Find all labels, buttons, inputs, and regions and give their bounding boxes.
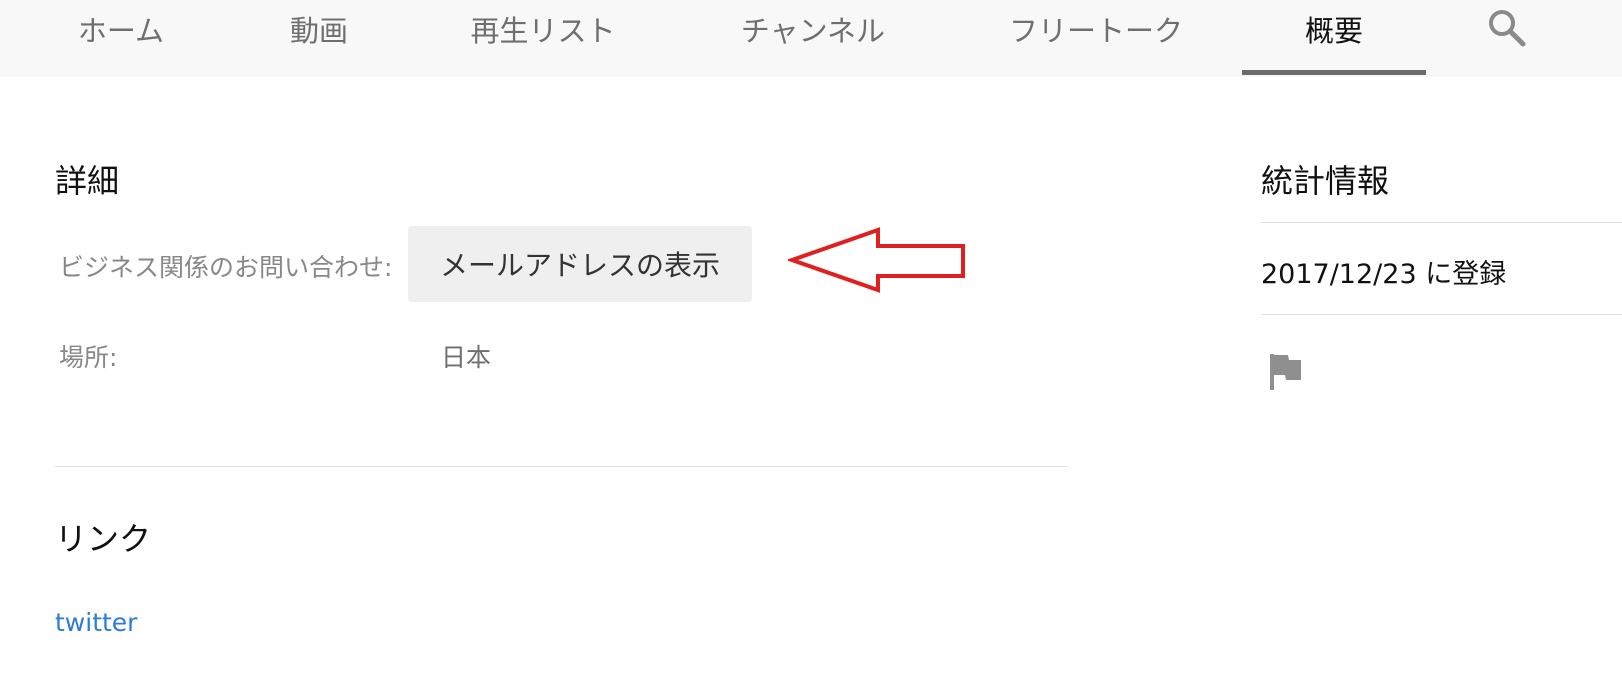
show-email-button[interactable]: メールアドレスの表示 <box>408 226 752 302</box>
search-button[interactable] <box>1487 8 1527 48</box>
details-heading: 詳細 <box>55 162 120 200</box>
stats-heading: 統計情報 <box>1261 162 1390 200</box>
tab-about[interactable]: 概要 <box>1242 0 1426 77</box>
business-inquiry-label: ビジネス関係のお問い合わせ: <box>59 253 393 282</box>
stats-divider-bottom <box>1261 314 1622 315</box>
links-heading: リンク <box>55 520 152 558</box>
twitter-link[interactable]: twitter <box>55 608 137 637</box>
tab-channels[interactable]: チャンネル <box>738 0 888 77</box>
search-icon <box>1489 10 1526 47</box>
red-arrow-annotation <box>788 227 965 293</box>
tab-discussion[interactable]: フリートーク <box>1006 0 1186 77</box>
tab-home[interactable]: ホーム <box>66 0 176 77</box>
tab-playlists[interactable]: 再生リスト <box>468 0 618 77</box>
tab-videos[interactable]: 動画 <box>282 0 356 77</box>
channel-tab-bar: ホーム 動画 再生リスト チャンネル フリートーク 概要 <box>0 0 1622 77</box>
location-value: 日本 <box>441 343 492 372</box>
stats-divider-top <box>1261 222 1622 223</box>
location-label: 場所: <box>59 343 118 372</box>
joined-date: 2017/12/23 に登録 <box>1261 259 1507 290</box>
flag-icon[interactable] <box>1268 352 1304 392</box>
section-divider <box>55 466 1068 467</box>
